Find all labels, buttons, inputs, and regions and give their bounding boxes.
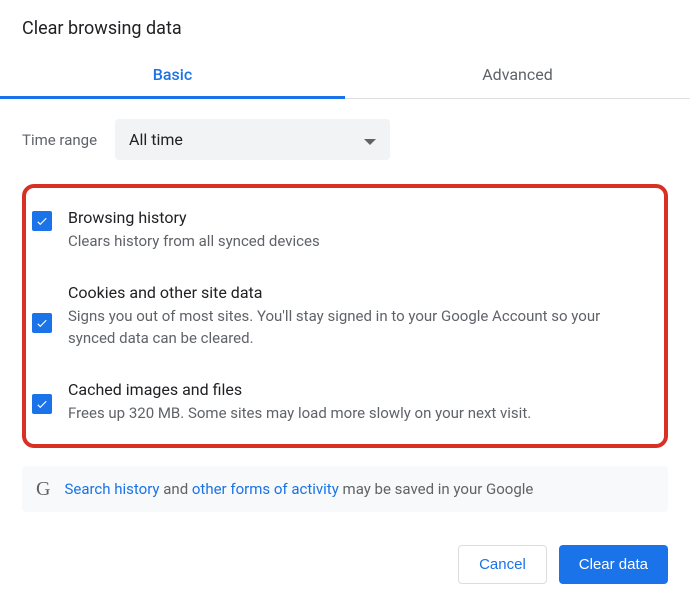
tab-advanced[interactable]: Advanced [345, 49, 690, 98]
tabs: Basic Advanced [0, 49, 690, 99]
time-range-value: All time [129, 130, 183, 149]
checkbox-cookies[interactable] [32, 313, 52, 333]
option-cache: Cached images and files Frees up 320 MB.… [26, 370, 660, 435]
option-browsing-history: Browsing history Clears history from all… [26, 198, 660, 273]
content-area: Time range All time Browsing history Cle… [0, 99, 690, 512]
check-icon [35, 214, 49, 228]
google-logo-icon: G [36, 482, 50, 496]
checkbox-cache[interactable] [32, 394, 52, 414]
time-range-select[interactable]: All time [115, 119, 390, 160]
info-text-middle: and [160, 480, 192, 498]
option-cookies: Cookies and other site data Signs you ou… [26, 273, 660, 370]
dialog-title: Clear browsing data [0, 0, 690, 49]
tab-basic[interactable]: Basic [0, 49, 345, 98]
info-text: Search history and other forms of activi… [64, 480, 533, 498]
option-title: Cached images and files [68, 380, 650, 399]
option-title: Cookies and other site data [68, 283, 650, 302]
footer-buttons: Cancel Clear data [458, 545, 668, 584]
option-description: Signs you out of most sites. You'll stay… [68, 305, 650, 350]
check-icon [35, 397, 49, 411]
checkbox-browsing-history[interactable] [32, 211, 52, 231]
time-range-label: Time range [22, 131, 97, 149]
search-history-link[interactable]: Search history [64, 480, 159, 498]
clear-data-button[interactable]: Clear data [559, 545, 668, 584]
activity-link[interactable]: other forms of activity [192, 480, 339, 498]
dropdown-caret-icon [364, 130, 376, 149]
option-title: Browsing history [68, 208, 650, 227]
options-highlight-box: Browsing history Clears history from all… [22, 184, 668, 448]
info-card: G Search history and other forms of acti… [22, 466, 668, 512]
check-icon [35, 316, 49, 330]
cancel-button[interactable]: Cancel [458, 545, 547, 584]
time-range-row: Time range All time [22, 119, 668, 160]
option-description: Frees up 320 MB. Some sites may load mor… [68, 402, 650, 425]
option-description: Clears history from all synced devices [68, 230, 650, 253]
info-text-tail: may be saved in your Google [339, 480, 534, 498]
